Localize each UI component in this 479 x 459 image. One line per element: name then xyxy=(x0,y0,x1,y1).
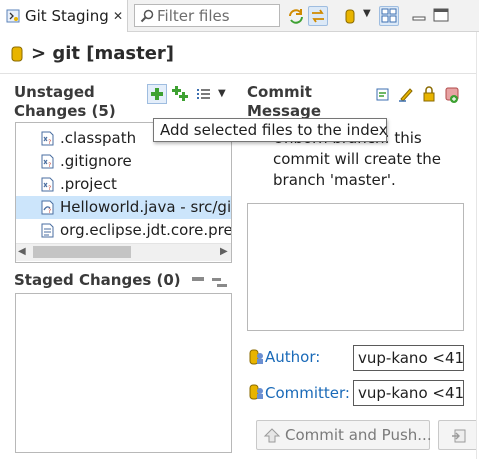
list-item[interactable]: org.eclipse.jdt.core.pre xyxy=(16,219,231,242)
minimize-button[interactable] xyxy=(410,6,428,24)
git-staging-icon xyxy=(6,9,20,23)
add-all-to-index-button[interactable] xyxy=(170,84,190,104)
author-icon xyxy=(249,349,263,365)
info-line: branch 'master'. xyxy=(273,171,396,189)
commit-message-editor[interactable] xyxy=(247,203,464,331)
info-line: commit will create the xyxy=(273,150,442,168)
maximize-button[interactable] xyxy=(432,6,450,24)
view-toolbar: Git Staging ✕ Filter files ▼ xyxy=(0,0,479,32)
commit-and-push-button[interactable]: Commit and Push... xyxy=(256,420,432,450)
link-selection-button[interactable] xyxy=(308,6,328,26)
unstaged-file-list: ? .classpath ? .gitignore ? .project ? H… xyxy=(15,122,232,263)
file-name: .gitignore xyxy=(60,152,132,170)
tab-title: Git Staging xyxy=(25,7,109,25)
search-icon xyxy=(140,9,154,23)
svg-text:?: ? xyxy=(48,162,51,169)
commit-icon xyxy=(452,429,466,443)
text-file-icon: ? xyxy=(41,131,54,146)
unstaged-title-line2: Changes (5) xyxy=(14,102,116,120)
unstaged-title-line1: Unstaged xyxy=(14,83,95,101)
link-with-selection-icon xyxy=(312,9,324,23)
commit-button[interactable] xyxy=(438,420,478,450)
text-file-icon xyxy=(41,223,54,238)
presentation-button[interactable] xyxy=(196,86,212,102)
file-name: .classpath xyxy=(60,129,137,147)
java-file-icon: ? xyxy=(41,200,54,215)
tooltip-text: Add selected files to the index xyxy=(160,121,388,139)
chevron-down-icon[interactable]: ▼ xyxy=(218,88,226,99)
add-selected-to-index-button[interactable] xyxy=(147,84,167,104)
list-item[interactable]: ? Helloworld.java - src/gi xyxy=(16,196,231,219)
gpg-sign-button[interactable] xyxy=(421,86,437,102)
repository-icon xyxy=(345,9,355,24)
svg-text:?: ? xyxy=(48,208,51,215)
refresh-icon xyxy=(289,9,303,24)
staged-file-list xyxy=(15,293,232,453)
tooltip: Add selected files to the index xyxy=(153,118,388,142)
committer-icon xyxy=(249,384,263,400)
pen-icon xyxy=(399,88,413,102)
amend-button[interactable] xyxy=(375,86,391,102)
close-icon[interactable]: ✕ xyxy=(113,9,123,23)
repository-icon xyxy=(11,46,23,62)
chevron-down-icon[interactable]: ▼ xyxy=(363,8,371,19)
amend-icon xyxy=(376,88,389,101)
author-label[interactable]: Author: xyxy=(265,348,320,366)
change-id-button[interactable] xyxy=(444,85,462,103)
remove-all-from-index-button[interactable] xyxy=(212,274,228,287)
svg-text:?: ? xyxy=(48,139,51,146)
filter-files-input[interactable]: Filter files xyxy=(134,4,280,27)
remove-from-index-icon[interactable] xyxy=(192,277,204,281)
gerrit-change-icon xyxy=(445,87,459,103)
committer-field[interactable]: vup-kano <41 xyxy=(353,380,464,406)
layout-icon xyxy=(381,8,397,23)
repository-title: > git [master] xyxy=(31,43,175,64)
commit-message-title: Commit Message xyxy=(247,83,321,121)
file-name: .project xyxy=(60,175,117,193)
scroll-left-icon[interactable]: ◀ xyxy=(18,246,26,257)
staged-changes-title: Staged Changes (0) xyxy=(14,271,181,289)
text-file-icon: ? xyxy=(41,154,54,169)
push-icon xyxy=(263,428,281,443)
add-all-icon xyxy=(172,86,188,101)
svg-text:?: ? xyxy=(48,185,51,192)
add-icon xyxy=(151,88,163,100)
commit-title-line1: Commit xyxy=(247,83,312,101)
list-icon xyxy=(197,89,210,99)
list-item[interactable]: ? .gitignore xyxy=(16,150,231,173)
scrollbar-thumb[interactable] xyxy=(33,246,131,258)
filter-placeholder: Filter files xyxy=(157,7,230,25)
file-name: org.eclipse.jdt.core.pre xyxy=(60,221,232,239)
repository-button[interactable] xyxy=(340,6,360,26)
list-item[interactable]: ? .project xyxy=(16,173,231,196)
sign-off-button[interactable] xyxy=(398,86,414,102)
committer-label[interactable]: Committer: xyxy=(265,384,350,402)
lock-icon xyxy=(423,86,435,102)
unstaged-changes-title: Unstaged Changes (5) xyxy=(14,83,116,121)
file-name: Helloworld.java - src/gi xyxy=(60,198,232,216)
layout-toggle-button[interactable] xyxy=(379,6,399,26)
minimize-icon xyxy=(412,16,426,21)
author-field[interactable]: vup-kano <41 xyxy=(353,345,464,371)
maximize-icon xyxy=(433,8,449,22)
scroll-right-icon[interactable]: ▶ xyxy=(220,246,228,257)
git-staging-tab[interactable]: Git Staging ✕ xyxy=(0,0,128,32)
remove-all-icon xyxy=(212,278,227,287)
refresh-button[interactable] xyxy=(286,6,306,26)
divider xyxy=(0,73,479,74)
commit-and-push-label: Commit and Push... xyxy=(285,426,432,444)
text-file-icon: ? xyxy=(41,177,54,192)
